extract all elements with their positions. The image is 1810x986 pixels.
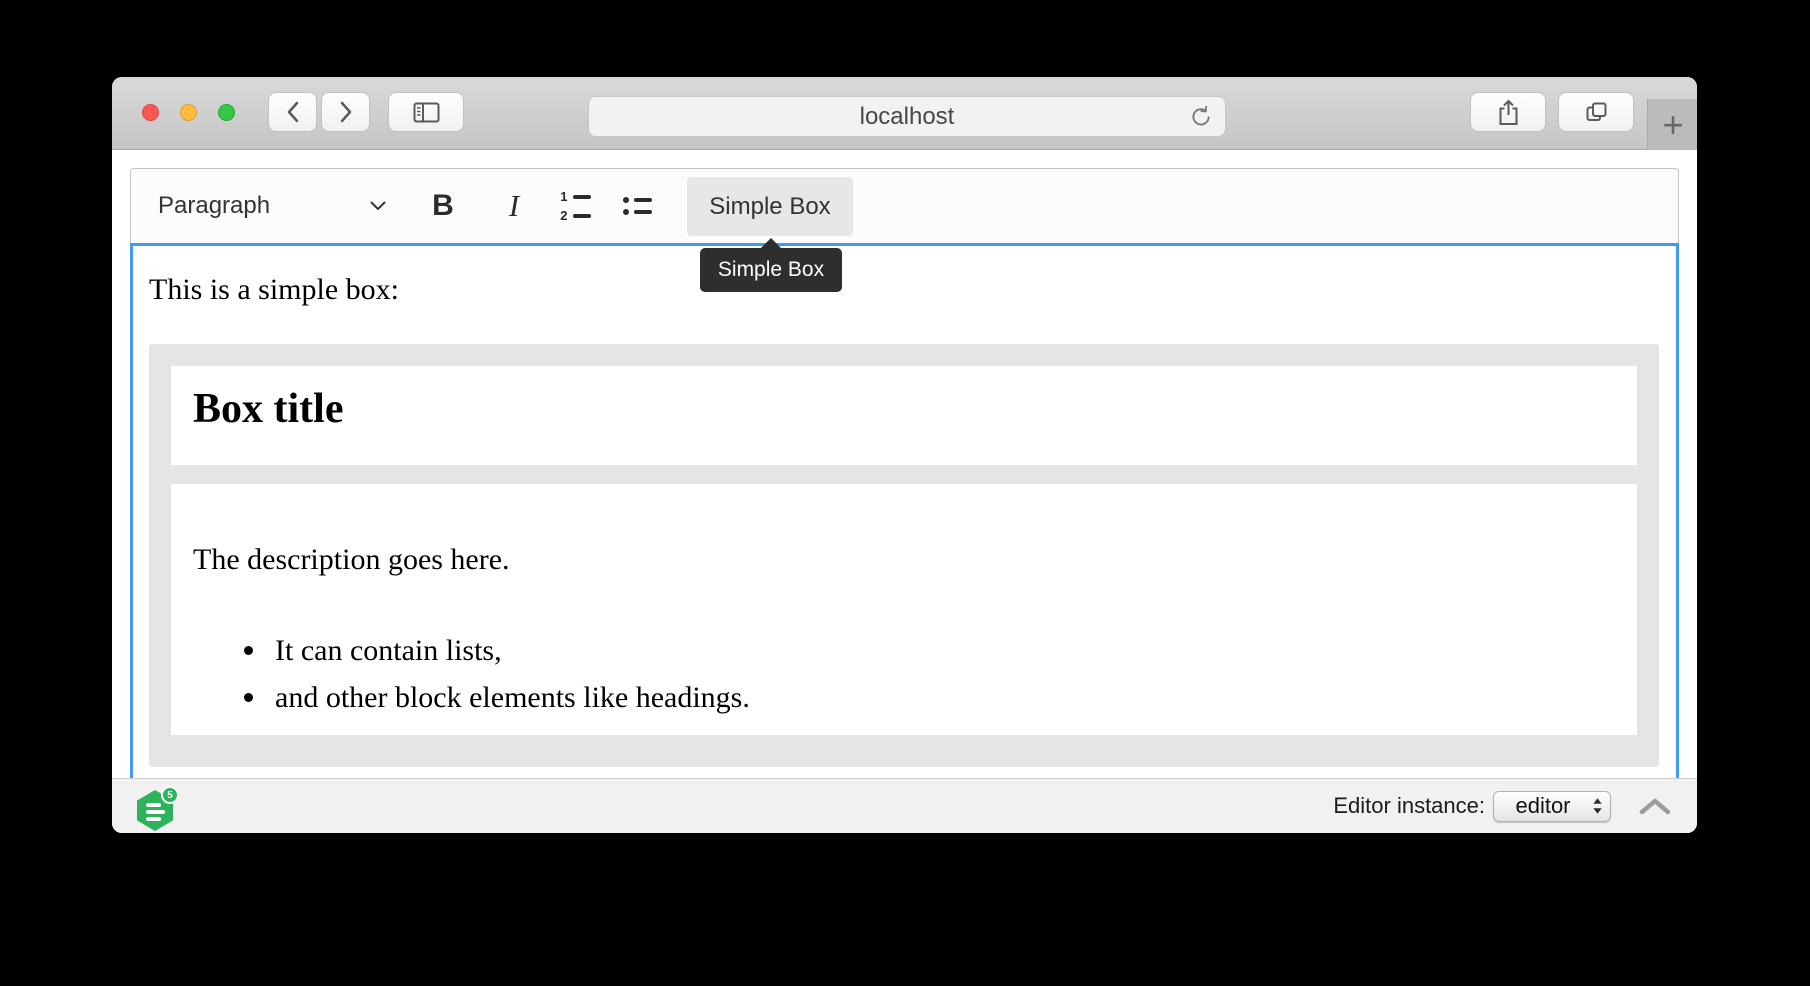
status-bar: 5 Editor instance: editor (112, 778, 1697, 833)
intro-paragraph[interactable]: This is a simple box: (149, 271, 399, 309)
select-arrows-icon (1592, 796, 1603, 816)
box-title-heading[interactable]: Box title (171, 366, 1637, 430)
tabs-overview-button[interactable] (1558, 92, 1634, 132)
sidebar-toggle-button[interactable] (388, 92, 464, 132)
numbered-list-button[interactable]: 1 2 (555, 169, 595, 243)
list-item[interactable]: and other block elements like headings. (275, 674, 1637, 721)
chevron-up-icon (1639, 798, 1671, 815)
browser-chrome: localhost + (112, 77, 1697, 150)
chevron-left-icon (286, 101, 300, 123)
collapse-panel-button[interactable] (1639, 798, 1671, 815)
italic-button[interactable]: I (495, 169, 533, 243)
simple-box-button[interactable]: Simple Box (687, 177, 853, 236)
forward-button[interactable] (321, 92, 370, 132)
tooltip-text: Simple Box (718, 258, 824, 282)
simple-box-description-section[interactable]: The description goes here. It can contai… (171, 484, 1637, 735)
minimize-window-button[interactable] (180, 104, 197, 121)
logo-line (146, 817, 161, 821)
editor-instance-label: Editor instance: (1333, 793, 1485, 819)
logo-line (146, 803, 161, 807)
address-bar-url: localhost (860, 103, 955, 131)
plus-icon: + (1662, 107, 1683, 143)
simple-box-button-label: Simple Box (709, 193, 830, 221)
bulleted-list-icon (623, 197, 652, 215)
close-window-button[interactable] (142, 104, 159, 121)
bulleted-list-button[interactable] (617, 169, 657, 243)
reload-icon[interactable] (1189, 105, 1213, 129)
description-paragraph[interactable]: The description goes here. (171, 484, 1637, 579)
status-bar-right: Editor instance: editor (1333, 779, 1671, 833)
editor-toolbar: Paragraph B I 1 2 (130, 168, 1679, 243)
bold-icon: B (432, 189, 454, 223)
zoom-window-button[interactable] (218, 104, 235, 121)
logo-line (146, 810, 165, 814)
version-badge: 5 (161, 786, 179, 804)
screenshot-background: localhost + (0, 0, 1810, 986)
editor-instance-select[interactable]: editor (1493, 791, 1611, 822)
address-bar[interactable]: localhost (588, 96, 1226, 137)
web-page: Paragraph B I 1 2 (112, 150, 1697, 833)
numbered-list-icon: 1 2 (560, 190, 591, 222)
share-button[interactable] (1470, 92, 1546, 132)
new-tab-button[interactable]: + (1647, 99, 1697, 150)
chevron-down-icon (370, 201, 386, 211)
share-icon (1497, 99, 1520, 126)
chevron-right-icon (339, 101, 353, 123)
ckeditor-logo[interactable]: 5 (137, 788, 181, 831)
simple-box-title-section[interactable]: Box title (171, 366, 1637, 465)
browser-window: localhost + (112, 77, 1697, 833)
back-button[interactable] (268, 92, 317, 132)
simple-box-tooltip: Simple Box (700, 248, 842, 292)
description-list: It can contain lists, and other block el… (171, 627, 1637, 721)
bold-button[interactable]: B (423, 169, 463, 243)
tabs-icon (1584, 100, 1609, 125)
editor-content-area[interactable]: This is a simple box: Box title The desc… (130, 243, 1679, 778)
paragraph-style-dropdown[interactable]: Paragraph (158, 169, 386, 243)
list-item[interactable]: It can contain lists, (275, 627, 1637, 674)
editor-instance-value: editor (1515, 793, 1588, 819)
italic-icon: I (509, 188, 519, 224)
simple-box-widget[interactable]: Box title The description goes here. It … (149, 344, 1659, 767)
paragraph-dropdown-label: Paragraph (158, 192, 270, 220)
sidebar-icon (413, 102, 440, 123)
